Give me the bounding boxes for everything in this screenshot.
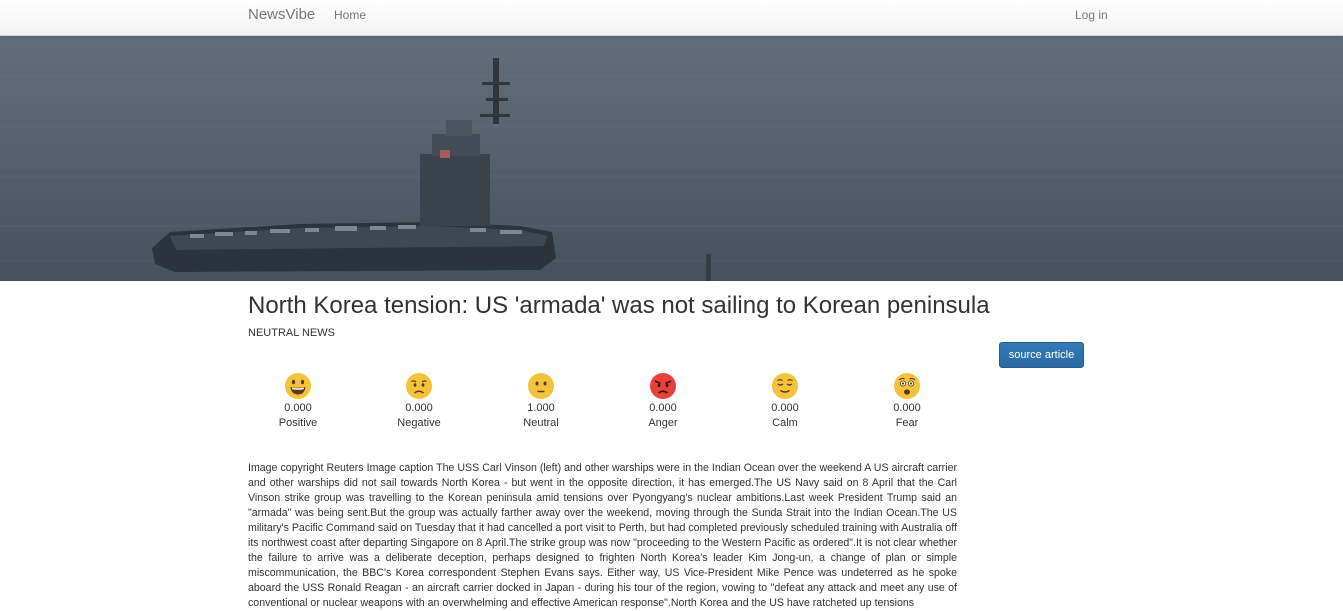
emotion-label: Anger (648, 417, 678, 429)
emotion-neutral: 1.000 Neutral (501, 372, 581, 431)
source-article-button[interactable]: source article (999, 342, 1084, 368)
emotion-positive: 0.000 Positive (258, 372, 338, 431)
nav-login-link[interactable]: Log in (1075, 8, 1108, 22)
emotion-label: Negative (397, 417, 441, 429)
top-navbar: NewsVibe Home Log in (0, 0, 1343, 36)
relieved-face-icon (772, 373, 798, 399)
emotion-label: Positive (278, 417, 318, 429)
article-category-label: NEUTRAL NEWS (248, 327, 335, 339)
emotion-label: Neutral (523, 417, 559, 429)
emotion-fear: 0.000 Fear (867, 372, 947, 431)
emotion-score: 0.000 (405, 402, 433, 414)
emotion-negative: 0.000 Negative (379, 372, 459, 431)
emotion-anger: 0.000 Anger (623, 372, 703, 431)
brand-logo-link[interactable]: NewsVibe (248, 6, 315, 23)
article-body: Image copyright Reuters Image caption Th… (248, 462, 957, 609)
emotion-score: 0.000 (649, 402, 677, 414)
article-title: North Korea tension: US 'armada' was not… (248, 292, 990, 319)
neutral-face-icon (528, 373, 554, 399)
emotion-score: 0.000 (284, 402, 312, 414)
emotion-calm: 0.000 Calm (745, 372, 825, 431)
emotion-score: 0.000 (771, 402, 799, 414)
sad-face-icon (406, 373, 432, 399)
grinning-face-icon (285, 373, 311, 399)
emotion-label: Fear (895, 417, 919, 429)
angry-face-icon (650, 373, 676, 399)
nav-home-link[interactable]: Home (334, 8, 366, 22)
emotion-score: 0.000 (893, 402, 921, 414)
fearful-face-icon (894, 373, 920, 399)
emotion-score: 1.000 (527, 402, 555, 414)
emotion-label: Calm (772, 417, 798, 429)
aircraft-carrier-photo (0, 36, 1343, 281)
article-hero-image (0, 36, 1343, 281)
